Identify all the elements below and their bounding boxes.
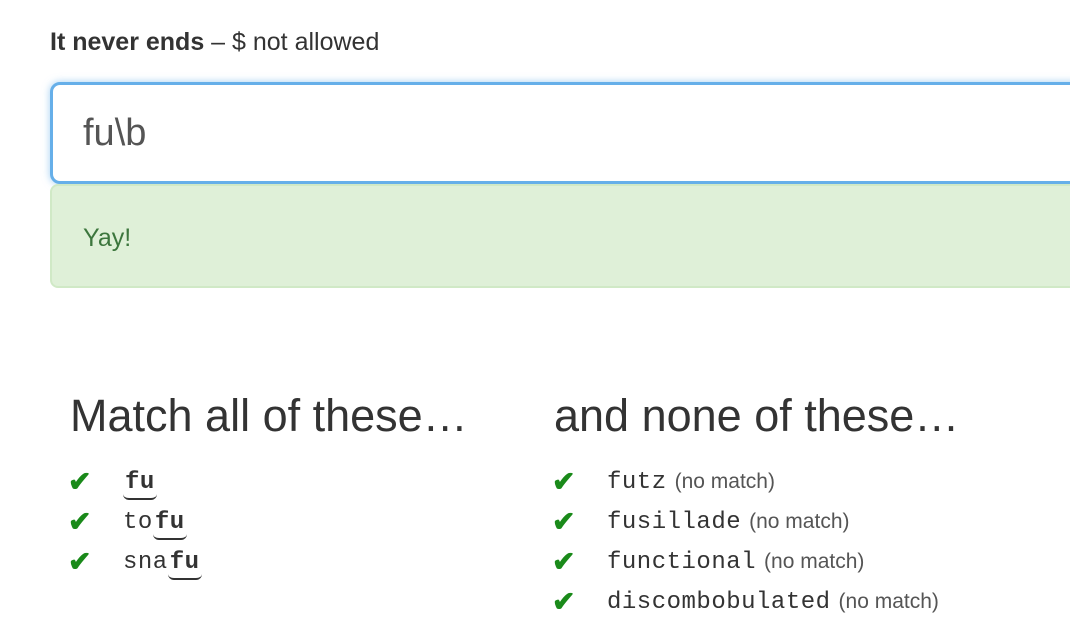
check-icon: ✔ xyxy=(552,466,576,497)
nomatch-item: ✔ fusillade (no match) xyxy=(552,502,939,542)
success-message: Yay! xyxy=(83,224,132,252)
match-heading: Match all of these… xyxy=(70,390,468,441)
match-highlight: fu xyxy=(123,468,157,500)
match-highlight: fu xyxy=(152,508,187,540)
no-match-note: (no match) xyxy=(764,550,865,573)
no-match-note: (no match) xyxy=(749,510,850,533)
level-constraint: – $ not allowed xyxy=(204,28,380,56)
nomatch-list: ✔ futz (no match) ✔ fusillade (no match)… xyxy=(552,462,939,622)
match-word: snafu xyxy=(123,548,202,580)
success-alert: Yay! xyxy=(50,184,1070,288)
no-match-note: (no match) xyxy=(674,470,775,493)
nomatch-word: functional xyxy=(607,548,757,576)
check-icon: ✔ xyxy=(68,546,92,577)
match-list: ✔ fu ✔ tofu ✔ snafu xyxy=(68,462,202,582)
match-highlight: fu xyxy=(167,548,202,580)
nomatch-item: ✔ functional (no match) xyxy=(552,542,939,582)
regex-input[interactable] xyxy=(50,82,1070,184)
match-word: tofu xyxy=(123,508,187,540)
nomatch-heading: and none of these… xyxy=(554,390,960,441)
check-icon: ✔ xyxy=(552,546,576,577)
no-match-note: (no match) xyxy=(838,590,939,613)
match-item: ✔ fu xyxy=(68,462,202,502)
nomatch-word: futz xyxy=(607,468,667,496)
level-name: It never ends xyxy=(50,28,205,56)
check-icon: ✔ xyxy=(68,466,92,497)
nomatch-item: ✔ futz (no match) xyxy=(552,462,939,502)
level-title: It never ends – $ not allowed xyxy=(50,26,379,58)
check-icon: ✔ xyxy=(68,506,92,537)
check-icon: ✔ xyxy=(552,586,576,617)
match-word: fu xyxy=(123,468,157,500)
nomatch-item: ✔ discombobulated (no match) xyxy=(552,582,939,622)
nomatch-word: discombobulated xyxy=(607,588,831,616)
match-item: ✔ snafu xyxy=(68,542,202,582)
nomatch-word: fusillade xyxy=(607,508,742,536)
check-icon: ✔ xyxy=(552,506,576,537)
match-item: ✔ tofu xyxy=(68,502,202,542)
